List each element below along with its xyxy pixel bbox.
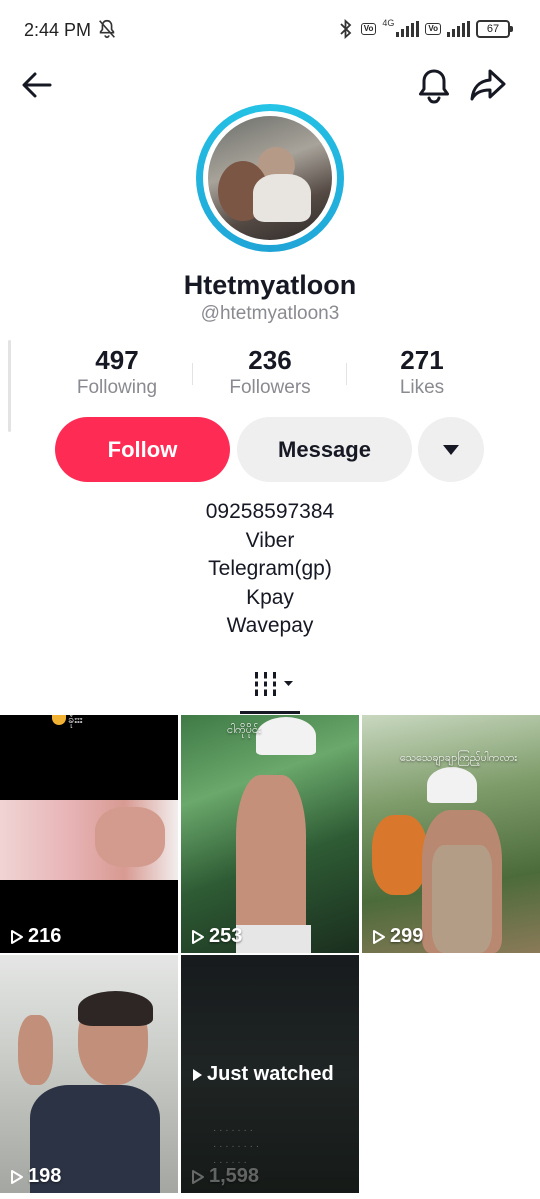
stat-followers[interactable]: 236 Followers — [195, 345, 345, 399]
bio-line: Viber — [245, 528, 295, 552]
faint-caption: · · · · · · · · · · · · · · · · · · · · · — [213, 1125, 260, 1168]
volte-badge-2: Vo — [425, 23, 441, 35]
view-count: 216 — [10, 925, 61, 948]
display-name: Htetmyatloon — [183, 270, 357, 300]
view-count-value: 1,598 — [209, 1165, 260, 1187]
grid-columns-icon[interactable] — [240, 664, 300, 712]
bio-line: Telegram(gp) — [208, 557, 332, 580]
username: @htetmyatloon3 — [200, 303, 340, 324]
view-count: 1,598 — [191, 1165, 259, 1188]
video-tile[interactable]: ခုံးးး 216 — [0, 715, 178, 953]
play-icon — [373, 929, 385, 944]
view-count-value: 216 — [28, 925, 62, 947]
video-tile[interactable]: ငါကိုပိုင်း 253 — [181, 715, 359, 953]
share-arrow-icon[interactable] — [468, 66, 508, 104]
divider — [192, 363, 193, 385]
view-count-value: 299 — [390, 925, 424, 947]
video-tile[interactable]: 198 — [0, 955, 178, 1193]
signal-strength-icon-2 — [447, 21, 470, 37]
more-options-button[interactable] — [418, 417, 484, 482]
video-caption: ခုံးးး — [68, 715, 83, 726]
follow-button[interactable]: Follow — [55, 417, 230, 482]
bluetooth-icon — [340, 18, 352, 40]
video-caption: ငါကိုပိုင်း — [227, 724, 261, 736]
stat-likes[interactable]: 271 Likes — [347, 345, 497, 399]
play-icon — [193, 1068, 202, 1081]
video-caption: သေသေချာချာကြည့်ပါကလား — [400, 752, 518, 764]
view-count: 198 — [10, 1165, 61, 1188]
scroll-indicator — [8, 340, 11, 432]
profile-stats: 497 Following 236 Followers 271 Likes — [40, 345, 500, 405]
battery-icon: 67 — [476, 20, 513, 38]
tab-underline — [240, 711, 300, 714]
play-icon — [192, 929, 204, 944]
video-tile[interactable]: သေသေချာချာကြည့်ပါကလား 299 — [362, 715, 540, 953]
bio-line: 09258597384 — [205, 500, 335, 523]
chevron-down-icon — [443, 444, 459, 455]
stat-value: 271 — [400, 345, 444, 375]
just-watched-text: Just watched — [207, 1063, 334, 1085]
stat-label: Likes — [399, 377, 445, 398]
view-count-value: 198 — [28, 1165, 62, 1187]
signal-strength-icon — [396, 21, 420, 37]
volte-badge: Vo — [360, 23, 377, 35]
status-icons: Vo 4G Vo 67 — [337, 18, 513, 40]
bio-line: Wavepay — [226, 614, 314, 637]
video-tile[interactable]: · · · · · · · · · · · · · · · · · · · · · … — [181, 955, 359, 1193]
bell-icon[interactable] — [416, 66, 452, 104]
status-bar: 2:44 PM Vo 4G Vo 67 — [0, 0, 540, 60]
mute-bell-icon — [99, 19, 115, 39]
bio: 09258597384 Viber Telegram(gp) Kpay Wave… — [0, 498, 540, 641]
stat-value: 497 — [95, 345, 139, 375]
message-button[interactable]: Message — [237, 417, 412, 482]
stat-label: Following — [76, 377, 158, 398]
avatar[interactable] — [196, 104, 344, 252]
avatar-photo — [208, 116, 332, 240]
stat-label: Followers — [229, 377, 311, 398]
play-icon — [11, 1169, 23, 1184]
just-watched-label: Just watched — [193, 1063, 334, 1086]
stat-value: 236 — [248, 345, 292, 375]
bio-line: Kpay — [246, 585, 294, 609]
play-icon — [192, 1169, 204, 1184]
emoji-sticker — [52, 715, 66, 725]
view-count-value: 253 — [209, 925, 243, 947]
arrow-left-icon[interactable] — [20, 68, 54, 102]
status-time: 2:44 PM — [24, 20, 92, 40]
play-icon — [11, 929, 23, 944]
network-type: 4G — [382, 18, 395, 28]
view-count: 253 — [191, 925, 242, 948]
view-count: 299 — [372, 925, 423, 948]
stat-following[interactable]: 497 Following — [42, 345, 192, 399]
